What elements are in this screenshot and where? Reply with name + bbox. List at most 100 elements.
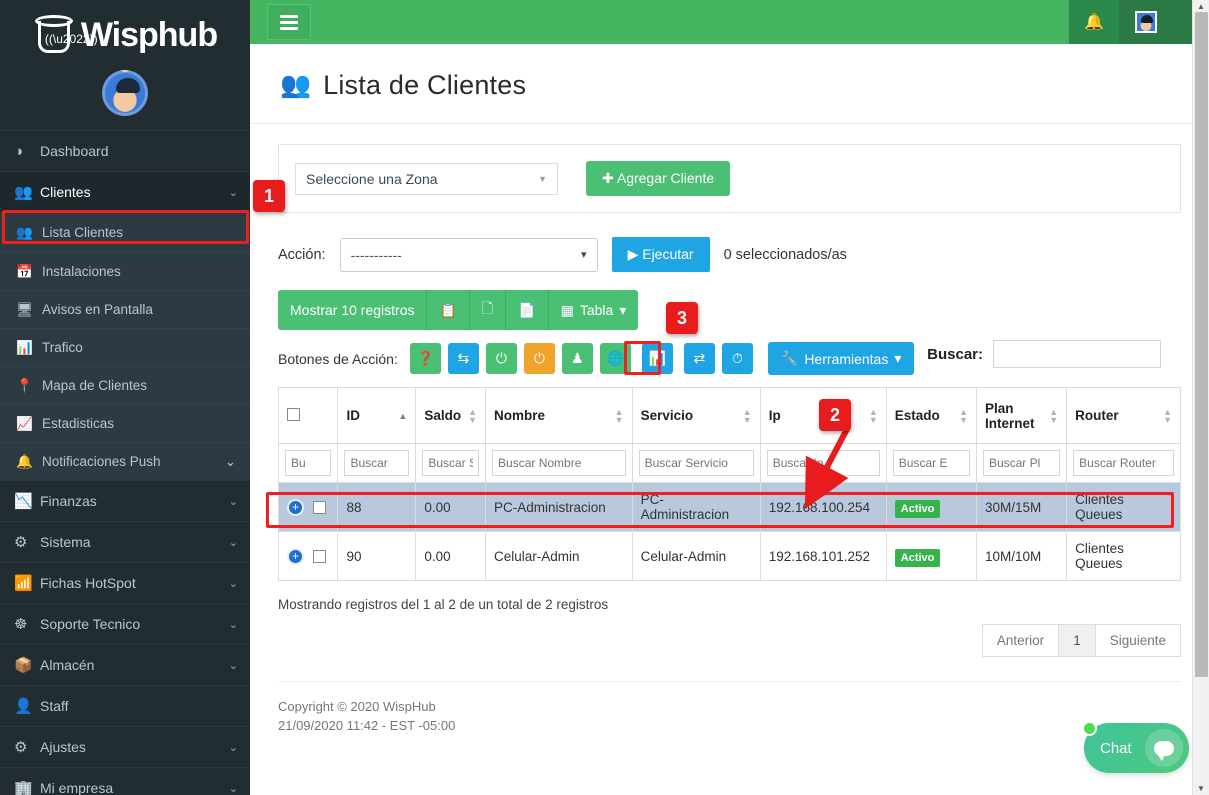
caret-down-icon: ▾ xyxy=(619,301,627,318)
excel-export-button[interactable]: 🗋 xyxy=(469,290,507,330)
sidebar-item-label: Mi empresa xyxy=(40,780,114,795)
pdf-export-button[interactable]: 📄 xyxy=(506,290,549,330)
action-buttons-label: Botones de Acción: xyxy=(278,350,398,367)
row-checkbox[interactable] xyxy=(312,549,326,563)
hamburger-icon[interactable] xyxy=(267,4,311,40)
sidebar-item-clientes[interactable]: 👥 Clientes ⌄ xyxy=(0,171,250,212)
power-off-icon[interactable]: ⏻ xyxy=(523,343,555,374)
column-header-estado[interactable]: Estado ▲ ▼ xyxy=(885,387,977,444)
sidebar-item-sistema[interactable]: ⚙ Sistema ⌄ xyxy=(0,521,250,562)
sidebar-item-notificaciones-push[interactable]: 🔔 Notificaciones Push ⌄ xyxy=(0,442,250,480)
expand-row-icon[interactable]: + xyxy=(287,498,304,516)
sidebar-item-finanzas[interactable]: 📉 Finanzas ⌄ xyxy=(0,480,250,521)
filter-input-nombre[interactable] xyxy=(492,450,626,476)
lifebuoy-icon: ☸ xyxy=(14,616,28,633)
pagination-next[interactable]: Siguiente xyxy=(1094,624,1181,657)
filter-input-select[interactable] xyxy=(285,450,332,476)
sidebar-item-ajustes[interactable]: ⚙ Ajustes ⌄ xyxy=(0,726,250,767)
brand[interactable]: ((\u2022)) Wisphub xyxy=(0,0,250,70)
cell-id: 90 xyxy=(337,531,417,581)
tools-dropdown-button[interactable]: 🔧 Herramientas ▾ xyxy=(767,342,915,375)
filter-input-servicio[interactable] xyxy=(638,450,754,476)
sidebar-item-staff[interactable]: 👤 Staff xyxy=(0,685,250,726)
filter-input-ip[interactable] xyxy=(766,450,880,476)
sidebar-item-almacen[interactable]: 📦 Almacén ⌄ xyxy=(0,644,250,685)
clock-icon[interactable]: ⏱ xyxy=(721,343,753,374)
copy-button[interactable]: 📋 xyxy=(427,290,470,330)
clients-table-body: + 88 0.00 PC-Administracion PC-Administr… xyxy=(277,443,1181,581)
scrollbar-thumb[interactable] xyxy=(1195,12,1208,677)
globe-icon[interactable]: 🌐 xyxy=(599,343,631,374)
select-all-checkbox[interactable] xyxy=(287,407,300,421)
column-header-id[interactable]: ID ▲ xyxy=(337,387,417,444)
user-icon[interactable]: ♟ xyxy=(561,343,593,374)
filter-cell-ip xyxy=(759,443,887,483)
sidebar-item-label: Staff xyxy=(40,698,69,714)
column-header-plan-internet[interactable]: Plan Internet ▲ ▼ xyxy=(975,387,1068,444)
sidebar-item-estadisticas[interactable]: 📈 Estadisticas xyxy=(0,404,250,442)
execute-button[interactable]: ▶ Ejecutar xyxy=(611,237,710,272)
column-header-servicio[interactable]: Servicio ▲ ▼ xyxy=(631,387,761,444)
row-select-cell: + xyxy=(277,531,339,581)
column-header-saldo[interactable]: Saldo ▲ ▼ xyxy=(415,387,487,444)
column-header-router[interactable]: Router ▲ ▼ xyxy=(1066,387,1181,444)
table-row[interactable]: + 90 0.00 Celular-Admin Celular-Admin 19… xyxy=(277,531,1181,581)
power-on-icon[interactable]: ⏻ xyxy=(485,343,517,374)
filter-input-router[interactable] xyxy=(1073,450,1174,476)
filter-input-saldo[interactable] xyxy=(422,450,480,476)
sidebar-item-mi-empresa[interactable]: 🏢 Mi empresa ⌄ xyxy=(0,767,250,795)
search-input[interactable] xyxy=(993,340,1161,368)
retweet-icon[interactable]: ⇆ xyxy=(447,343,479,374)
filter-input-id[interactable] xyxy=(344,450,410,476)
zone-select[interactable]: Seleccione una Zona ▼ xyxy=(295,162,558,195)
question-circle-icon[interactable]: ❓ xyxy=(409,343,441,374)
table-columns-button[interactable]: ▦ Tabla ▾ xyxy=(548,290,639,330)
sidebar-item-trafico[interactable]: 📊 Trafico xyxy=(0,328,250,366)
sidebar-item-lista-clientes[interactable]: 👥 Lista Clientes xyxy=(0,212,250,252)
filter-input-estado[interactable] xyxy=(892,450,970,476)
pagination: Anterior 1 Siguiente xyxy=(278,624,1181,657)
sidebar-item-fichas-hotspot[interactable]: 📶 Fichas HotSpot ⌄ xyxy=(0,562,250,603)
sidebar-item-mapa-de-clientes[interactable]: 📍 Mapa de Clientes xyxy=(0,366,250,404)
scroll-up-icon[interactable]: ▲ xyxy=(1197,2,1205,11)
sidebar-item-instalaciones[interactable]: 📅 Instalaciones xyxy=(0,252,250,290)
sort-icon: ▲ xyxy=(398,410,408,421)
bell-icon[interactable]: 🔔 xyxy=(1069,0,1119,44)
sidebar-item-dashboard[interactable]: ◑ Dashboard xyxy=(0,130,250,171)
page-title: Lista de Clientes xyxy=(323,70,527,100)
tools-label: Herramientas xyxy=(804,350,889,367)
vertical-scrollbar[interactable]: ▲ ▼ xyxy=(1192,0,1209,795)
excel-file-icon: 🗋 xyxy=(481,300,494,316)
table-row[interactable]: + 88 0.00 PC-Administracion PC-Administr… xyxy=(277,482,1181,532)
scroll-down-icon[interactable]: ▼ xyxy=(1197,784,1205,793)
sidebar-item-avisos-en-pantalla[interactable]: 🖥 Avisos en Pantalla xyxy=(0,290,250,328)
user-avatar-icon[interactable] xyxy=(102,70,148,116)
sidebar: ((\u2022)) Wisphub ◑ Dashboard 👥 Cliente… xyxy=(0,0,250,795)
users-icon: 👥 xyxy=(14,184,33,201)
gear-icon: ⚙ xyxy=(14,739,28,756)
bar-chart-icon: 📊 xyxy=(16,339,33,355)
sort-icon: ▲ ▼ xyxy=(959,406,968,425)
show-records-button[interactable]: Mostrar 10 registros xyxy=(278,290,428,330)
pagination-page-1[interactable]: 1 xyxy=(1058,624,1096,657)
sidebar-item-soporte-tecnico[interactable]: ☸ Soporte Tecnico ⌄ xyxy=(0,603,250,644)
column-header-nombre[interactable]: Nombre ▲ ▼ xyxy=(485,387,633,444)
exchange-icon[interactable]: ⇄ xyxy=(683,343,715,374)
users-group-icon: 👥 xyxy=(280,71,312,99)
filter-cell-plan xyxy=(975,443,1068,483)
bar-chart-icon[interactable]: 📊 xyxy=(641,343,673,374)
sidebar-item-label: Dashboard xyxy=(40,143,109,159)
column-label: Nombre xyxy=(494,408,546,423)
filter-input-plan[interactable] xyxy=(982,450,1061,476)
pagination-previous[interactable]: Anterior xyxy=(981,624,1060,657)
cell-estado: Activo xyxy=(885,531,977,581)
filter-cell-saldo xyxy=(415,443,487,483)
add-client-button[interactable]: ✚ Agregar Cliente xyxy=(586,161,731,196)
sidebar-avatar-wrap[interactable] xyxy=(0,70,250,130)
action-select[interactable]: ----------- ▾ xyxy=(339,237,598,272)
expand-row-icon[interactable]: + xyxy=(287,547,304,565)
row-checkbox[interactable] xyxy=(312,500,326,514)
chat-widget[interactable]: Chat xyxy=(1082,721,1189,773)
action-select-value: ----------- xyxy=(350,246,402,263)
wrench-icon: 🔧 xyxy=(780,350,799,366)
